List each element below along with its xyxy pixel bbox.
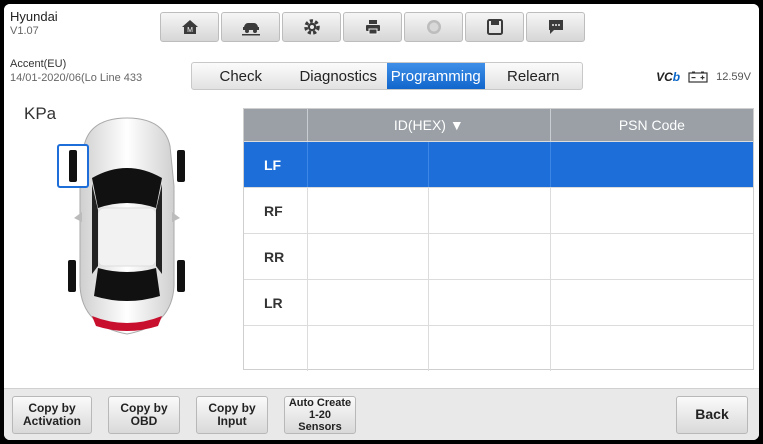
- table-row[interactable]: LF: [244, 141, 753, 187]
- bottom-action-bar: Copy by Activation Copy by OBD Copy by I…: [4, 388, 759, 440]
- row-label: [244, 326, 308, 371]
- function-tabs: Check Diagnostics Programming Relearn: [191, 62, 583, 90]
- copy-by-activation-button[interactable]: Copy by Activation: [12, 396, 92, 434]
- message-button[interactable]: [526, 12, 585, 42]
- help-icon: [426, 20, 441, 34]
- tire-sensor-lr[interactable]: [57, 254, 87, 298]
- copy-by-activation-label: Copy by Activation: [22, 400, 81, 428]
- software-version: V1.07: [10, 24, 39, 37]
- tire-sensor-lf[interactable]: [57, 144, 89, 188]
- home-button[interactable]: M: [160, 12, 219, 42]
- id-cell: [308, 142, 430, 187]
- message-icon: [548, 20, 563, 34]
- vci-prefix: VC: [656, 70, 673, 84]
- table-row[interactable]: RF: [244, 187, 753, 233]
- tire-icon: [68, 260, 76, 292]
- sensor-table: ID(HEX) ▼ PSN Code LF RF RR LR: [243, 108, 754, 371]
- vehicle-lift-button[interactable]: [221, 12, 280, 42]
- toolbar: M: [160, 12, 587, 42]
- print-button[interactable]: [343, 12, 402, 42]
- header-psn-code: PSN Code: [618, 117, 685, 133]
- tab-diagnostics[interactable]: Diagnostics: [290, 63, 388, 89]
- auto-create-sensors-label: Auto Create 1-20 Sensors: [288, 396, 352, 434]
- brand-name: Hyundai: [10, 9, 58, 24]
- back-label: Back: [695, 406, 729, 423]
- car-lift-icon: [241, 23, 260, 36]
- tire-icon: [69, 150, 77, 182]
- top-bar: Hyundai V1.07 M: [4, 4, 759, 50]
- psn-cell: [551, 188, 753, 233]
- save-button[interactable]: [465, 12, 524, 42]
- printer-icon: [365, 20, 380, 35]
- id-cell: [429, 234, 551, 279]
- id-cell: [308, 280, 430, 325]
- row-label: RR: [244, 234, 308, 279]
- id-cell: [308, 234, 430, 279]
- status-area: VCb 12.59V: [656, 70, 751, 84]
- battery-icon: [688, 71, 708, 83]
- id-cell: [429, 188, 551, 233]
- psn-cell: [551, 234, 753, 279]
- copy-by-obd-button[interactable]: Copy by OBD: [108, 396, 180, 434]
- battery-voltage: 12.59V: [716, 71, 751, 83]
- settings-button[interactable]: [282, 12, 341, 42]
- id-cell: [308, 326, 430, 371]
- home-icon: M: [181, 20, 198, 34]
- id-cell: [429, 326, 551, 371]
- row-label: RF: [244, 188, 308, 233]
- brand-block: Hyundai V1.07: [10, 9, 58, 38]
- tab-programming[interactable]: Programming: [387, 63, 485, 89]
- tire-sensor-rf[interactable]: [166, 144, 196, 188]
- gear-icon: [303, 19, 320, 35]
- table-row[interactable]: RR: [244, 233, 753, 279]
- vci-suffix: b: [672, 70, 681, 84]
- header-position: [244, 109, 308, 141]
- back-button[interactable]: Back: [676, 396, 748, 434]
- app-screen: Hyundai V1.07 M Accent(EU) 14/01-2020/06…: [4, 4, 759, 440]
- copy-by-input-button[interactable]: Copy by Input: [196, 396, 268, 434]
- psn-cell: [551, 142, 753, 187]
- header-id-hex[interactable]: ID(HEX) ▼: [308, 109, 551, 141]
- navigation-bar: Accent(EU) 14/01-2020/06(Lo Line 433 Che…: [4, 50, 759, 100]
- tab-relearn[interactable]: Relearn: [485, 63, 583, 89]
- tire-icon: [177, 260, 185, 292]
- vehicle-model: Accent(EU): [10, 58, 67, 70]
- id-cell: [308, 188, 430, 233]
- vci-indicator: VCb: [656, 70, 680, 84]
- save-icon: [486, 19, 503, 35]
- table-row[interactable]: LR: [244, 279, 753, 325]
- tire-sensor-rr[interactable]: [166, 254, 196, 298]
- id-cell: [429, 142, 551, 187]
- vehicle-detail: 14/01-2020/06(Lo Line 433: [10, 71, 143, 84]
- tire-icon: [177, 150, 185, 182]
- row-label: LR: [244, 280, 308, 325]
- table-header: ID(HEX) ▼ PSN Code: [244, 109, 753, 141]
- help-button[interactable]: [404, 12, 463, 42]
- table-row[interactable]: [244, 325, 753, 371]
- svg-text:M: M: [187, 27, 193, 34]
- row-label: LF: [244, 142, 308, 187]
- auto-create-sensors-button[interactable]: Auto Create 1-20 Sensors: [284, 396, 356, 434]
- copy-by-obd-label: Copy by OBD: [120, 400, 168, 428]
- vehicle-info: Accent(EU) 14/01-2020/06(Lo Line 433: [10, 58, 142, 86]
- tab-check[interactable]: Check: [192, 63, 290, 89]
- copy-by-input-label: Copy by Input: [208, 400, 256, 428]
- id-cell: [429, 280, 551, 325]
- psn-cell: [551, 326, 753, 371]
- psn-cell: [551, 280, 753, 325]
